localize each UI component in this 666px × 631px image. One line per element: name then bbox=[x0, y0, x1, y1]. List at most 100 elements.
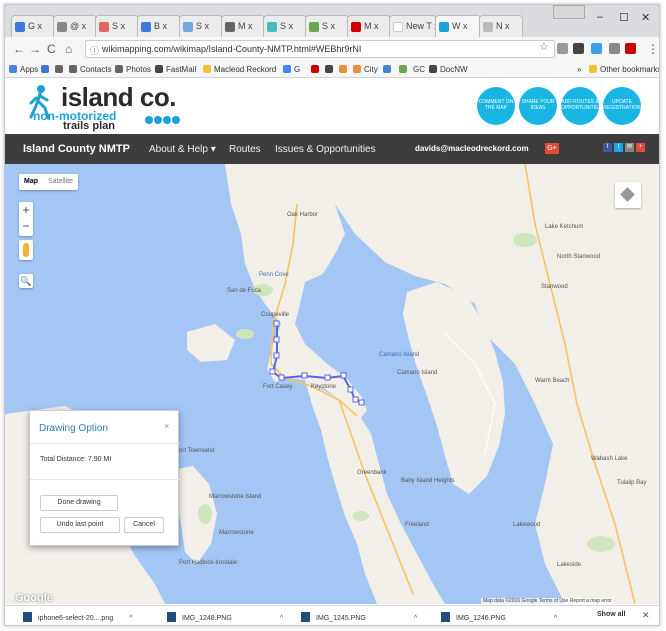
chevron-up-icon[interactable]: ^ bbox=[129, 615, 132, 622]
comment-map-circle-button[interactable]: COMMENT ON THE MAP bbox=[477, 87, 515, 125]
browser-tab[interactable]: S x bbox=[95, 15, 139, 37]
bookmark-icon bbox=[55, 65, 63, 73]
menu-kebab-icon[interactable]: ⋮ bbox=[647, 42, 659, 56]
home-icon[interactable]: ⌂ bbox=[65, 42, 72, 56]
bookmark-item[interactable]: DocNW bbox=[429, 65, 468, 74]
extension-icon[interactable] bbox=[573, 43, 584, 54]
close-downloads-icon[interactable]: ✕ bbox=[642, 610, 650, 621]
bookmark-item[interactable] bbox=[399, 65, 410, 74]
nav-user-email[interactable]: davids@macleodreckord.com bbox=[415, 144, 529, 153]
browser-tab-active[interactable]: W x bbox=[435, 15, 481, 37]
back-icon[interactable]: ← bbox=[13, 42, 25, 56]
browser-tab[interactable]: G x bbox=[11, 15, 55, 37]
map-label: Coupeville bbox=[261, 312, 290, 318]
bookmark-item[interactable]: FastMail bbox=[155, 65, 196, 74]
address-bar[interactable]: ⓘ wikimapping.com/wikimap/Island-County-… bbox=[85, 40, 555, 58]
browser-tab[interactable]: N x bbox=[479, 15, 523, 37]
bookmarks-overflow-icon[interactable]: » bbox=[577, 65, 581, 74]
facebook-icon[interactable]: f bbox=[603, 143, 612, 152]
google-plus-icon[interactable]: G+ bbox=[545, 143, 559, 154]
bookmark-item[interactable]: Photos bbox=[115, 65, 151, 74]
bookmark-item[interactable]: City bbox=[353, 65, 378, 74]
add-routes-circle-button[interactable]: ADD ROUTES & OPPORTUNITIES bbox=[561, 87, 602, 125]
browser-tab[interactable]: M x bbox=[221, 15, 265, 37]
show-all-downloads-button[interactable]: Show all bbox=[597, 611, 625, 618]
browser-tab[interactable]: @ x bbox=[53, 15, 97, 37]
maximize-icon[interactable]: ☐ bbox=[619, 11, 629, 24]
pegman-icon[interactable] bbox=[19, 240, 33, 260]
undo-last-point-button[interactable]: Undo last point bbox=[40, 517, 120, 533]
update-registration-circle-button[interactable]: UPDATE REGISTRATION bbox=[603, 87, 641, 125]
circle-label: SHARE YOUR IDEAS bbox=[521, 99, 555, 111]
map-type-satellite-button[interactable]: Satellite bbox=[43, 174, 78, 190]
layers-icon[interactable] bbox=[615, 182, 641, 208]
plus-share-icon[interactable]: + bbox=[636, 143, 645, 152]
forward-icon[interactable]: → bbox=[29, 42, 41, 56]
extension-icon[interactable] bbox=[557, 43, 568, 54]
chevron-up-icon[interactable]: ^ bbox=[280, 615, 283, 622]
email-icon[interactable]: ✉ bbox=[625, 143, 634, 152]
drawing-option-dialog: Drawing Option × Total Distance: 7.90 MI… bbox=[29, 410, 180, 546]
download-item[interactable]: iphone6-select-20....png ^ bbox=[23, 612, 132, 622]
share-ideas-circle-button[interactable]: SHARE YOUR IDEAS bbox=[519, 87, 557, 125]
bookmark-item[interactable] bbox=[325, 65, 336, 74]
browser-tab[interactable]: S x bbox=[263, 15, 307, 37]
file-icon bbox=[23, 612, 32, 622]
chevron-up-icon[interactable]: ^ bbox=[414, 615, 417, 622]
bookmark-item[interactable] bbox=[41, 65, 52, 74]
download-item[interactable]: IMG_1248.PNG ^ bbox=[167, 612, 283, 622]
tab-favicon-icon bbox=[439, 22, 449, 32]
browser-tab[interactable]: S x bbox=[179, 15, 223, 37]
map-attribution[interactable]: Map data ©2016 Google Terms of Use Repor… bbox=[481, 598, 614, 604]
browser-tab[interactable]: M x bbox=[347, 15, 391, 37]
chevron-up-icon[interactable]: ^ bbox=[554, 615, 557, 622]
bookmark-icon bbox=[399, 65, 407, 73]
other-bookmarks[interactable]: Other bookmarks bbox=[589, 65, 659, 74]
bookmark-star-icon[interactable]: ☆ bbox=[539, 40, 549, 53]
zoom-out-button[interactable]: − bbox=[19, 218, 33, 234]
reload-icon[interactable]: C bbox=[47, 42, 56, 56]
logo-dots bbox=[145, 111, 181, 129]
nav-brand[interactable]: Island County NMTP bbox=[23, 143, 130, 155]
download-filename: IMG_1245.PNG bbox=[316, 615, 366, 622]
profile-badge[interactable] bbox=[553, 5, 585, 19]
download-item[interactable]: IMG_1245.PNG ^ bbox=[301, 612, 417, 622]
bookmark-item[interactable]: GC bbox=[413, 65, 425, 74]
apps-icon bbox=[9, 65, 17, 73]
zoom-in-button[interactable]: + bbox=[19, 202, 33, 218]
close-window-icon[interactable]: ✕ bbox=[641, 11, 650, 24]
tab-favicon-icon bbox=[225, 22, 235, 32]
extension-icon[interactable] bbox=[609, 43, 620, 54]
bookmark-item[interactable] bbox=[55, 65, 66, 74]
extension-icon[interactable] bbox=[591, 43, 602, 54]
map-type-map-button[interactable]: Map bbox=[19, 174, 43, 190]
cancel-button[interactable]: Cancel bbox=[124, 517, 164, 533]
map-label: Oak Harbor bbox=[287, 212, 319, 218]
bookmark-item[interactable]: Macleod Reckord bbox=[203, 65, 276, 74]
browser-tab[interactable]: B x bbox=[137, 15, 181, 37]
twitter-icon[interactable]: t bbox=[614, 143, 623, 152]
close-icon[interactable]: × bbox=[164, 421, 169, 431]
download-filename: IMG_1246.PNG bbox=[456, 615, 506, 622]
extension-icon[interactable] bbox=[625, 43, 636, 54]
map-label: Freeland bbox=[405, 522, 429, 528]
browser-window: G x @ x S x B x S x M x S x S x M x New … bbox=[4, 4, 660, 626]
bookmark-item[interactable] bbox=[383, 65, 394, 74]
bookmark-item[interactable] bbox=[311, 65, 322, 74]
site-logo[interactable]: island co. non-motorized trails plan bbox=[27, 82, 187, 132]
download-item[interactable]: IMG_1246.PNG ^ bbox=[441, 612, 557, 622]
browser-tab[interactable]: S x bbox=[305, 15, 349, 37]
site-nav: Island County NMTP About & Help ▾ Routes… bbox=[5, 134, 659, 164]
bookmark-label: City bbox=[364, 65, 378, 74]
map-search-button[interactable]: 🔍 bbox=[19, 274, 33, 288]
bookmark-item[interactable]: G bbox=[283, 65, 300, 74]
minimize-icon[interactable]: – bbox=[597, 11, 603, 23]
done-drawing-button[interactable]: Done drawing bbox=[40, 495, 118, 511]
bookmark-item[interactable]: Apps bbox=[9, 65, 38, 74]
nav-about-help[interactable]: About & Help ▾ bbox=[149, 144, 216, 155]
browser-tab[interactable]: New T x bbox=[389, 15, 437, 37]
bookmark-item[interactable] bbox=[339, 65, 350, 74]
nav-issues-opportunities[interactable]: Issues & Opportunities bbox=[275, 144, 376, 155]
nav-routes[interactable]: Routes bbox=[229, 144, 261, 155]
bookmark-item[interactable]: Contacts bbox=[69, 65, 112, 74]
